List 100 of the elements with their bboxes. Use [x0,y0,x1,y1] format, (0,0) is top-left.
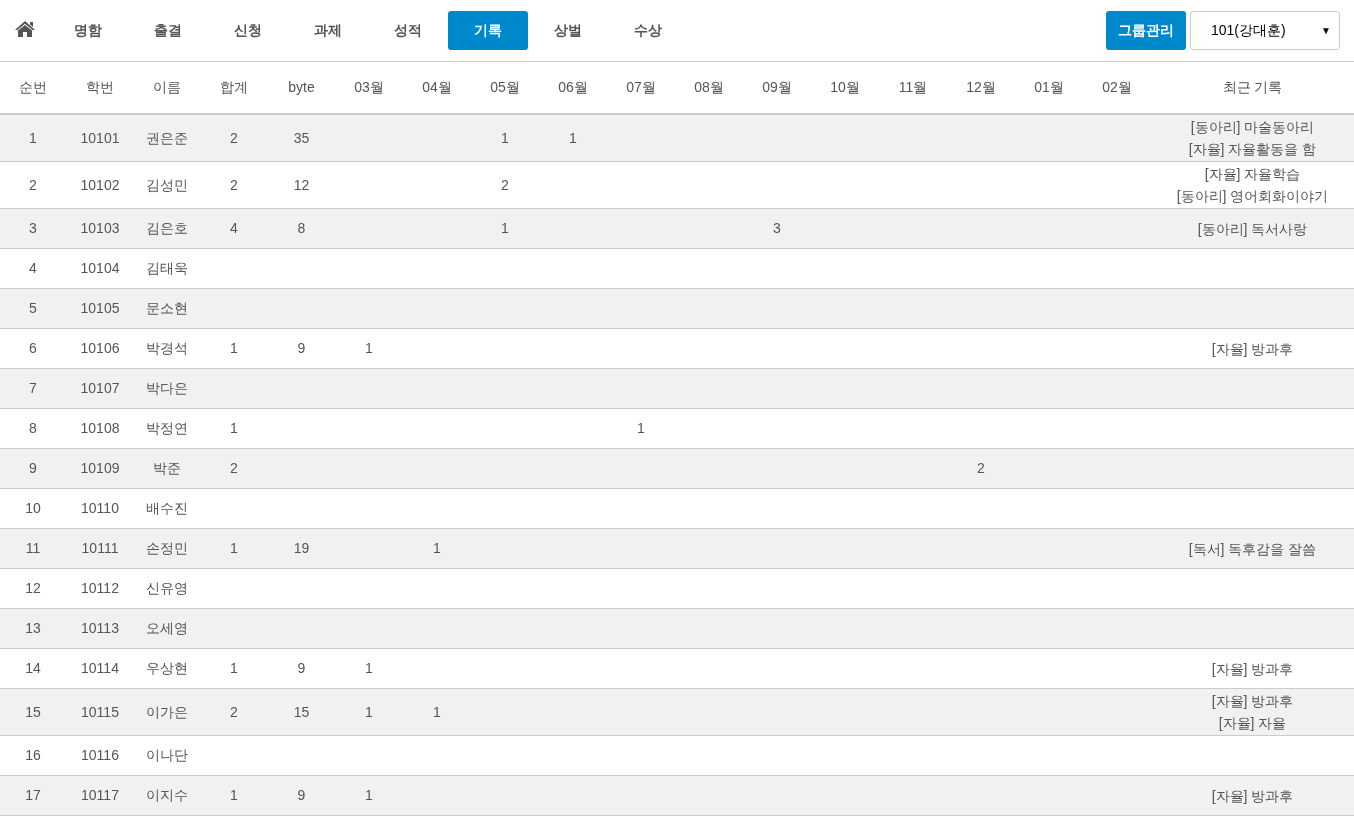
table-cell-text: 35 [293,128,310,148]
table-cell-text: 1 [365,339,373,358]
select-value: 101(강대훈) [1211,21,1286,40]
column-header: 03월 [354,78,384,97]
table-cell-text: 10105 [80,299,120,318]
table-cell-text: 10114 [81,659,119,678]
table-cell-text: 15 [293,702,310,722]
table-cell-text: 2 [230,459,238,478]
record-entry: [자율] 방과후 [1211,786,1294,806]
table-cell-text: 박다은 [146,379,188,398]
dropdown-arrow: ▼ [1321,24,1331,38]
table-cell-text: 2 [977,459,985,478]
column-header: 합계 [220,78,248,97]
table-cell-text: 신유영 [146,579,188,598]
column-header: 07월 [626,78,656,97]
nav-tab[interactable]: 기록 [448,11,528,50]
table-cell-text: 2 [29,175,37,195]
table-cell-text: 김성민 [146,175,188,195]
table-cell-text: 10106 [80,339,120,358]
table-cell-text: 1 [365,659,373,678]
table-cell-text: 박정연 [146,419,188,438]
table-cell-text: 오세영 [146,619,188,638]
table-cell-text: 1 [501,128,509,148]
table-cell-text: 12 [293,175,310,195]
record-entry: [동아리] 영어회화이야기 [1176,187,1329,206]
table-cell-text: 1 [230,419,238,438]
table-cell-text: 10101 [80,128,120,148]
table-cell-text: 13 [25,619,41,638]
record-entry: [자율] 방과후 [1211,659,1294,679]
column-header: 학번 [86,78,114,97]
table-cell-text: 8 [29,419,37,438]
table-cell-text: 3 [29,219,37,238]
table-cell-text: 10104 [80,259,120,278]
table-cell-text: 손정민 [146,539,188,558]
table-cell-text: 이나단 [146,746,188,765]
table-cell-text: 김태욱 [146,259,188,278]
column-header: 순번 [19,78,47,97]
group-manage-button[interactable]: 그룹관리 [1106,11,1186,50]
table-cell-text: 10102 [80,175,120,195]
table-cell-text: 10111 [81,539,119,558]
table-cell-text: 1 [433,702,441,722]
table-cell-text: 이가은 [146,702,188,722]
table-cell-text: 6 [29,339,37,358]
column-header: 10월 [830,78,860,97]
table-cell-text: 10110 [81,499,119,518]
table-cell-text: 10116 [81,746,119,765]
table-cell-text: 배수진 [146,499,188,518]
table-cell-text: 17 [25,786,41,805]
column-header: 이름 [153,78,181,97]
column-header: 09월 [762,78,792,97]
record-entry: [자율] 자율 [1218,714,1287,733]
table-cell-text: 9 [29,459,37,478]
table-cell-text: 4 [230,219,238,238]
table-cell-text: 12 [25,579,41,598]
table-cell-text: 박경석 [146,339,188,358]
table-cell-text: 8 [297,219,306,238]
table-cell-text: 김은호 [146,219,188,238]
table-cell-text: 10109 [80,459,120,478]
column-header: 11월 [898,78,928,97]
nav-tab[interactable]: 과제 [288,11,368,50]
record-entry: [동아리] 독서사랑 [1197,219,1308,239]
table-cell-text: 10 [25,499,41,518]
table-cell-text: 우상현 [146,659,188,678]
table-cell-text: 10103 [80,219,120,238]
nav-tab[interactable]: 성적 [368,11,448,50]
table-cell-text: 14 [25,659,41,678]
table-cell-text: 11 [25,539,41,558]
table-cell-text: 1 [230,539,238,558]
column-header: 02월 [1102,78,1132,97]
column-header: 01월 [1034,78,1064,97]
table-cell-text: 1 [433,539,441,558]
record-entry: [자율] 방과후 [1211,339,1294,359]
table-cell-text: 1 [501,219,509,238]
record-entry: [자율] 방과후 [1211,692,1294,711]
table-cell-text: 3 [773,219,781,238]
nav-tab[interactable]: 상벌 [528,11,608,50]
table-cell-text: 2 [230,702,238,722]
table-cell-text: 9 [297,786,306,805]
record-entry: [동아리] 마술동아리 [1190,118,1315,137]
table-cell-text: 박준 [153,459,181,478]
nav-tab[interactable]: 명함 [48,11,128,50]
table-cell-text: 10112 [81,579,119,598]
table-cell-text: 16 [25,746,41,765]
nav-tab[interactable]: 신청 [208,11,288,50]
table-cell-text: 10107 [80,379,120,398]
table-cell-text: 15 [25,702,41,722]
table-cell-text: 1 [569,128,577,148]
table-cell-text: 2 [230,128,238,148]
nav-tab[interactable]: 출결 [128,11,208,50]
table-cell-text: 1 [230,339,238,358]
class-select[interactable]: 101(강대훈) ▼ [1190,11,1340,50]
nav-tab[interactable]: 수상 [608,11,688,50]
table-cell-text: 9 [297,339,306,358]
home-icon[interactable] [14,19,36,38]
table-cell-text: 1 [637,419,645,438]
table-cell-text: 10115 [81,702,119,722]
table-cell-text: 1 [365,786,373,805]
record-entry: [자율] 자율학습 [1204,165,1301,184]
table-cell-text: 이지수 [146,786,188,805]
column-header: 06월 [558,78,588,97]
